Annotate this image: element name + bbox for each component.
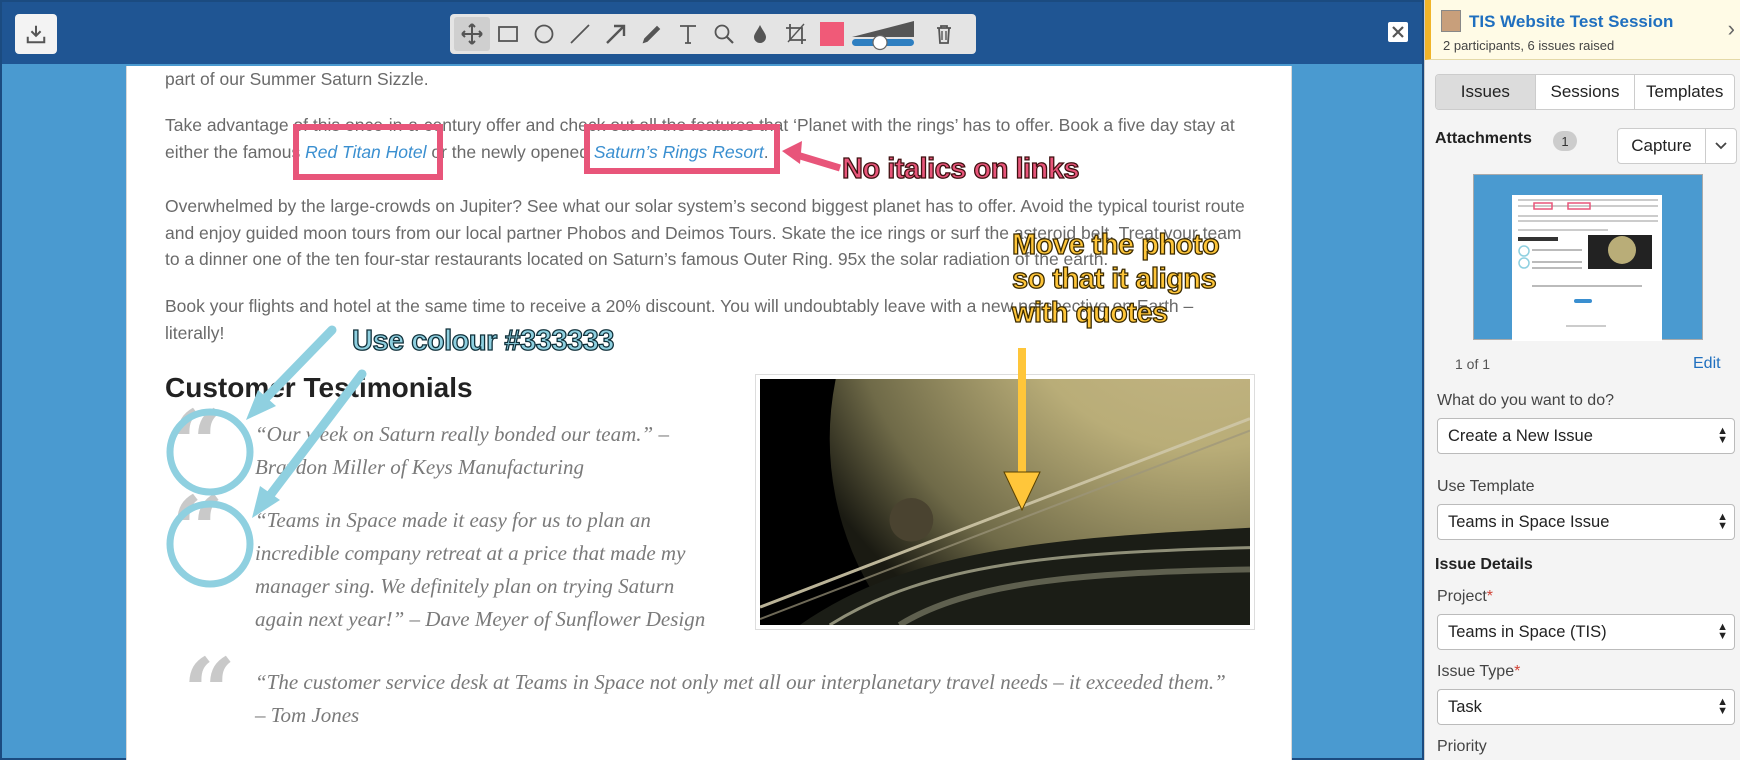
tab-templates[interactable]: Templates xyxy=(1635,75,1734,109)
action-select[interactable]: Create a New Issue ▲ ▼ xyxy=(1437,418,1735,454)
issue-type-select-value: Task xyxy=(1448,697,1482,716)
template-label: Use Template xyxy=(1437,478,1535,495)
arrow-icon xyxy=(606,24,626,44)
ellipse-icon xyxy=(534,24,554,44)
rectangle-icon xyxy=(498,26,518,42)
close-icon xyxy=(1392,26,1404,38)
issue-sidebar: TIS Website Test Session 2 participants,… xyxy=(1424,0,1740,760)
captured-page: part of our Summer Saturn Sizzle. Take a… xyxy=(126,66,1292,760)
capture-button[interactable]: Capture xyxy=(1618,129,1706,163)
color-picker-swatch[interactable] xyxy=(820,22,844,46)
chevron-right-icon[interactable]: › xyxy=(1728,16,1735,42)
stroke-size-icon xyxy=(852,21,914,51)
sidebar-tabs: Issues Sessions Templates xyxy=(1435,74,1735,110)
project-select[interactable]: Teams in Space (TIS) ▲ ▼ xyxy=(1437,614,1735,650)
session-header[interactable]: TIS Website Test Session 2 participants,… xyxy=(1425,0,1740,60)
link-red-titan-hotel[interactable]: Red Titan Hotel xyxy=(305,142,426,162)
tab-issues[interactable]: Issues xyxy=(1436,75,1536,109)
move-icon xyxy=(461,23,483,45)
issue-type-label: Issue Type* xyxy=(1437,663,1520,681)
select-caret-icon: ▲ ▼ xyxy=(1717,425,1728,446)
pen-tool-button[interactable] xyxy=(634,17,670,51)
blur-drop-icon xyxy=(754,25,766,43)
project-label-text: Project xyxy=(1437,588,1487,605)
saturn-image xyxy=(760,379,1250,625)
app-window: part of our Summer Saturn Sizzle. Take a… xyxy=(0,0,1740,760)
paragraph-discount: Book your flights and hotel at the same … xyxy=(165,296,1194,343)
action-select-value: Create a New Issue xyxy=(1448,426,1593,445)
move-tool-button[interactable] xyxy=(454,17,490,51)
issue-type-label-text: Issue Type xyxy=(1437,663,1515,680)
crop-tool-button[interactable] xyxy=(778,17,814,51)
action-label: What do you want to do? xyxy=(1437,392,1614,409)
delete-tool-button[interactable] xyxy=(926,17,962,51)
project-select-value: Teams in Space (TIS) xyxy=(1448,622,1607,641)
project-label: Project* xyxy=(1437,588,1493,606)
thumbnail-page xyxy=(1512,195,1662,341)
download-button[interactable] xyxy=(15,14,57,54)
ellipse-tool-button[interactable] xyxy=(526,17,562,51)
line-tool-button[interactable] xyxy=(562,17,598,51)
offer-text-c: . xyxy=(763,141,769,162)
blur-tool-button[interactable] xyxy=(742,17,778,51)
text-tool-button[interactable] xyxy=(670,17,706,51)
session-title[interactable]: TIS Website Test Session xyxy=(1469,12,1673,32)
select-caret-icon: ▲ ▼ xyxy=(1717,696,1728,717)
tab-sessions[interactable]: Sessions xyxy=(1536,75,1636,109)
capture-dropdown-button[interactable] xyxy=(1706,129,1736,163)
attachment-pager: 1 of 1 xyxy=(1455,356,1491,372)
paragraph-jupiter: Overwhelmed by the large-crowds on Jupit… xyxy=(165,196,1245,269)
thumbnail-preview-image xyxy=(1518,199,1658,327)
testimonial-2: “Teams in Space made it easy for us to p… xyxy=(255,508,706,631)
select-caret-icon: ▲ ▼ xyxy=(1717,621,1728,642)
avatar xyxy=(1441,10,1461,32)
attachment-thumbnail[interactable] xyxy=(1473,174,1703,341)
editor-toolbar-bar xyxy=(2,2,1422,64)
close-editor-button[interactable] xyxy=(1388,22,1408,42)
quote-mark-icon: “ xyxy=(183,638,236,746)
magnify-tool-button[interactable] xyxy=(706,17,742,51)
magnify-icon xyxy=(714,24,734,44)
attachments-count-badge: 1 xyxy=(1553,131,1577,151)
quote-mark-icon: “ xyxy=(171,476,224,584)
template-select[interactable]: Teams in Space Issue ▲ ▼ xyxy=(1437,504,1735,540)
download-icon xyxy=(26,25,46,44)
priority-label: Priority xyxy=(1437,738,1487,755)
drawing-toolbar xyxy=(450,14,976,54)
edit-attachment-link[interactable]: Edit xyxy=(1693,355,1721,373)
select-caret-icon: ▲ ▼ xyxy=(1717,511,1728,532)
issue-type-select[interactable]: Task ▲ ▼ xyxy=(1437,689,1735,725)
stroke-size-slider[interactable] xyxy=(850,17,916,51)
required-marker: * xyxy=(1486,588,1494,605)
capture-split-button: Capture xyxy=(1617,128,1737,164)
paragraph-offer: Take advantage of this once-in-a-century… xyxy=(165,112,1245,165)
pen-icon xyxy=(642,25,661,44)
session-summary: 2 participants, 6 issues raised xyxy=(1443,38,1615,53)
text-icon xyxy=(680,25,696,44)
offer-text-b: or the newly opened xyxy=(426,141,594,162)
link-saturns-rings-resort[interactable]: Saturn’s Rings Resort xyxy=(594,142,764,162)
arrow-tool-button[interactable] xyxy=(598,17,634,51)
trash-icon xyxy=(937,25,951,44)
chevron-down-icon xyxy=(1715,142,1727,150)
attachments-label: Attachments xyxy=(1435,130,1532,147)
screenshot-editor: part of our Summer Saturn Sizzle. Take a… xyxy=(0,0,1424,760)
issue-details-heading: Issue Details xyxy=(1435,556,1533,573)
testimonial-3: “The customer service desk at Teams in S… xyxy=(255,670,1226,727)
paragraph-summer: part of our Summer Saturn Sizzle. xyxy=(165,69,429,89)
saturn-photo xyxy=(755,374,1255,630)
testimonial-1: “Our week on Saturn really bonded our te… xyxy=(255,422,669,479)
template-select-value: Teams in Space Issue xyxy=(1448,512,1610,531)
required-marker: * xyxy=(1514,663,1521,680)
line-icon xyxy=(570,24,590,44)
rectangle-tool-button[interactable] xyxy=(490,17,526,51)
crop-icon xyxy=(786,23,806,44)
